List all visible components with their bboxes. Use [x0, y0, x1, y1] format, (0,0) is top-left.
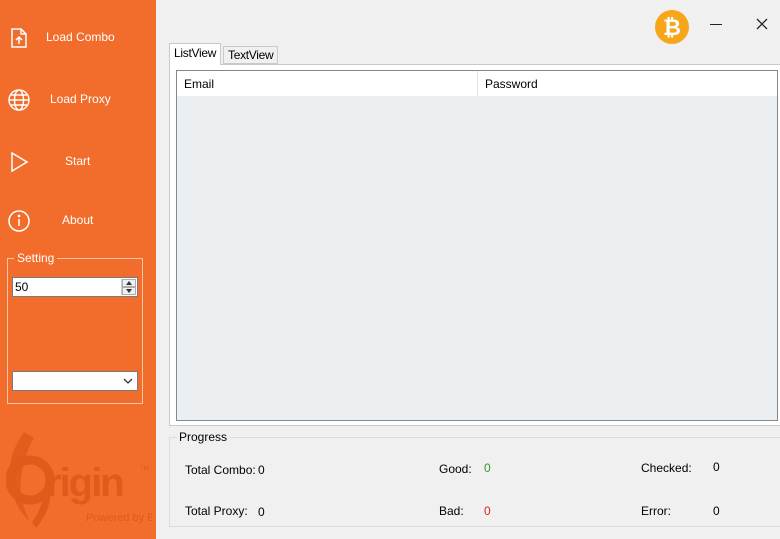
total-combo-value: 0 — [258, 463, 265, 477]
progress-group: Progress Total Combo: 0 Total Proxy: 0 G… — [169, 431, 780, 527]
setting-title: Setting — [14, 252, 58, 265]
bad-label: Bad: — [439, 504, 464, 518]
load-combo-label: Load Combo — [46, 30, 115, 44]
progress-title: Progress — [177, 430, 230, 444]
minimize-button[interactable] — [704, 12, 728, 36]
chevron-down-icon — [123, 378, 133, 384]
info-icon — [8, 210, 30, 232]
close-icon — [756, 18, 768, 30]
total-proxy-label: Total Proxy: — [185, 504, 248, 518]
bitcoin-icon: ₿ — [663, 15, 681, 40]
load-proxy-label: Load Proxy — [50, 92, 111, 106]
svg-text:TM: TM — [140, 466, 149, 472]
stepper-up-button[interactable] — [122, 279, 136, 287]
good-value: 0 — [484, 461, 491, 475]
load-combo-button[interactable]: Load Combo — [0, 18, 156, 58]
checked-value: 0 — [713, 460, 720, 474]
sidebar: Load Combo Load Proxy Start About Settin… — [0, 0, 156, 539]
about-button[interactable]: About — [0, 201, 156, 241]
close-button[interactable] — [750, 12, 774, 36]
origin-logo: rigin TM Powered by EA — [6, 432, 152, 528]
start-label: Start — [65, 154, 91, 168]
start-button[interactable]: Start — [0, 142, 156, 182]
column-header-password[interactable]: Password — [478, 71, 777, 96]
listview-tab-panel: Email Password — [169, 64, 780, 426]
setting-select[interactable] — [12, 371, 138, 391]
upload-file-icon — [11, 28, 27, 48]
bitcoin-button[interactable]: ₿ — [655, 10, 689, 44]
error-label: Error: — [641, 504, 671, 518]
total-proxy-value: 0 — [258, 505, 265, 519]
about-label: About — [62, 213, 94, 227]
bad-value: 0 — [484, 504, 491, 518]
threads-input[interactable] — [13, 278, 121, 296]
globe-icon — [8, 89, 30, 111]
tab-textview[interactable]: TextView — [223, 46, 279, 64]
total-combo-label: Total Combo: — [185, 463, 256, 477]
load-proxy-button[interactable]: Load Proxy — [0, 80, 156, 120]
checked-label: Checked: — [641, 461, 692, 475]
column-header-email[interactable]: Email — [177, 71, 478, 96]
list-header: Email Password — [177, 71, 777, 96]
play-icon — [11, 151, 29, 173]
error-value: 0 — [713, 504, 720, 518]
accounts-list[interactable]: Email Password — [176, 70, 778, 421]
stepper-down-button[interactable] — [122, 287, 136, 295]
threads-stepper[interactable] — [12, 277, 138, 297]
svg-text:Powered by EA: Powered by EA — [86, 512, 152, 524]
svg-text:rigin: rigin — [46, 461, 123, 505]
good-label: Good: — [439, 462, 472, 476]
setting-group: Setting — [7, 252, 143, 404]
tab-listview[interactable]: ListView — [169, 43, 222, 65]
stepper-buttons — [121, 279, 136, 295]
